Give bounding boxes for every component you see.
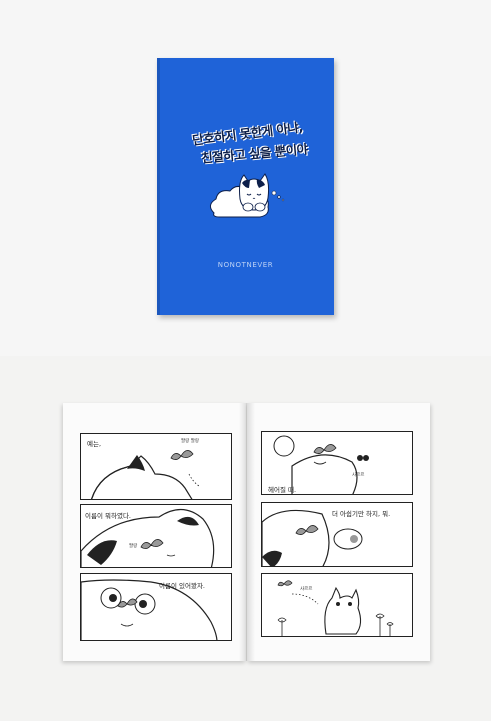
left-panel-1-sfx: 팔랑 팔랑: [181, 439, 199, 444]
right-panel-2: 더 아쉽기만 하지, 뭐.: [261, 502, 413, 567]
cat-on-cloud-illustration: [210, 173, 285, 218]
open-book-spread: 예는, 팔랑 팔랑 이름이 뭐하였다. 팔랑 이름이 있어봤자. 헤어질 때. …: [63, 403, 430, 661]
left-panel-1: 예는, 팔랑 팔랑: [80, 433, 232, 500]
cat-with-flowers-drawing: [277, 580, 394, 636]
left-panel-2-sfx: 팔랑: [129, 544, 138, 549]
left-panel-2: 이름이 뭐하였다. 팔랑: [80, 504, 232, 568]
right-panel-2-caption: 더 아쉽기만 하지, 뭐.: [332, 510, 391, 518]
left-panel-3-caption: 이름이 있어봤자.: [159, 582, 205, 590]
right-panel-3-sfx: 사르르: [300, 587, 313, 592]
left-panel-2-caption: 이름이 뭐하였다.: [85, 512, 131, 520]
cat-eyes-butterfly-drawing: [81, 579, 218, 640]
right-panel-3: 사르르: [261, 573, 413, 637]
cat-ear-butterfly-drawing: [91, 450, 200, 499]
book-cover: 단호하지 못한게 아냐, 친절하고 싶을 뿐이야 NONOTNEVER: [157, 58, 334, 315]
right-page: 헤어질 때. 사르르 더 아쉽기만 하지, 뭐. 사르르: [247, 403, 430, 661]
book-gutter-shadow: [239, 403, 255, 661]
cover-spine: [157, 58, 160, 315]
right-panel-1-caption: 헤어질 때.: [268, 486, 297, 494]
cover-brand: NONOTNEVER: [217, 261, 274, 269]
right-panel-1: 헤어질 때. 사르르: [261, 431, 413, 495]
cover-title: 단호하지 못한게 아냐, 친절하고 싶을 뿐이야: [165, 119, 330, 165]
left-page: 예는, 팔랑 팔랑 이름이 뭐하였다. 팔랑 이름이 있어봤자.: [63, 403, 246, 661]
left-panel-3: 이름이 있어봤자.: [80, 573, 232, 641]
right-panel-1-sfx: 사르르: [352, 473, 365, 478]
left-panel-1-caption: 예는,: [87, 440, 102, 448]
